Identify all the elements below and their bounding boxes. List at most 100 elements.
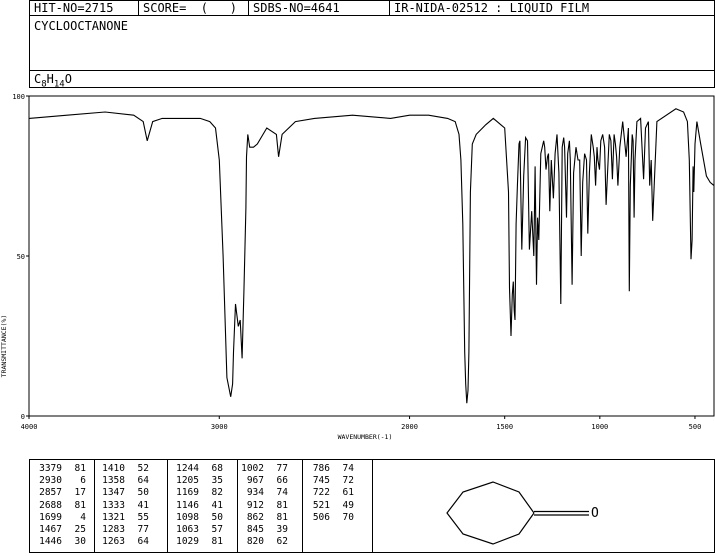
peak-row: 506 70 xyxy=(298,512,354,524)
peak-row: 1467 25 xyxy=(30,524,86,536)
peak-wavenumber: 2930 xyxy=(39,475,62,487)
peak-wavenumber: 1410 xyxy=(102,463,125,474)
peak-wavenumber: 1205 xyxy=(176,475,199,487)
peak-wavenumber: 1146 xyxy=(176,499,199,511)
peak-row: 1098 50 xyxy=(167,512,223,524)
peak-row: 1321 55 xyxy=(93,512,149,524)
spectrum-line xyxy=(28,108,715,404)
peak-transmittance: 6 xyxy=(80,475,86,487)
peak-transmittance: 57 xyxy=(211,524,223,536)
peak-wavenumber: 1467 xyxy=(39,524,62,536)
peak-row: 820 62 xyxy=(232,536,288,548)
structure-drawing: O xyxy=(372,459,715,553)
peak-transmittance: 81 xyxy=(276,499,288,511)
peak-wavenumber: 820 xyxy=(246,536,264,548)
peak-row: 1244 68 xyxy=(167,463,223,475)
score: SCORE= ( ) xyxy=(138,0,249,16)
peak-row: 745 72 xyxy=(298,475,354,487)
peak-row: 1263 64 xyxy=(93,536,149,548)
peak-row: 1063 57 xyxy=(167,524,223,536)
peak-row: 2857 17 xyxy=(30,487,86,499)
peak-row: 845 39 xyxy=(232,524,288,536)
peak-wavenumber: 521 xyxy=(312,499,330,511)
peak-row: 1699 4 xyxy=(30,512,86,524)
formula-o: O xyxy=(64,72,72,86)
x-tick-label: 1500 xyxy=(496,423,513,431)
peak-transmittance: 17 xyxy=(74,487,86,499)
peak-wavenumber: 1347 xyxy=(102,487,125,499)
peak-wavenumber: 3379 xyxy=(39,463,62,474)
peak-row: 3379 81 xyxy=(30,463,86,475)
peak-wavenumber: 1263 xyxy=(102,536,125,548)
oxygen-atom: O xyxy=(591,506,599,521)
peak-wavenumber: 2857 xyxy=(39,487,62,499)
peak-wavenumber: 1333 xyxy=(102,499,125,511)
peak-wavenumber: 1169 xyxy=(176,487,199,499)
peak-wavenumber: 1283 xyxy=(102,524,125,536)
peak-row: 1205 35 xyxy=(167,475,223,487)
peak-transmittance: 72 xyxy=(342,475,354,487)
peak-row: 1333 41 xyxy=(93,500,149,512)
peak-transmittance: 81 xyxy=(211,536,223,548)
peak-row: 786 74 xyxy=(298,463,354,475)
x-tick-label: 500 xyxy=(689,423,702,431)
peak-row: 912 81 xyxy=(232,500,288,512)
peak-transmittance: 74 xyxy=(276,487,288,499)
peak-transmittance: 41 xyxy=(137,499,149,511)
x-tick-label: 2000 xyxy=(401,423,418,431)
peak-transmittance: 35 xyxy=(211,475,223,487)
peak-column: 1410 52 1358 64 1347 50 1333 41 1321 55 1283 77 1263… xyxy=(93,463,149,548)
peak-wavenumber: 1029 xyxy=(176,536,199,548)
peak-column: 786 74 745 72 722 61 521 49 506 70 xyxy=(298,463,354,524)
peak-transmittance: 62 xyxy=(276,536,288,548)
peak-row: 862 81 xyxy=(232,512,288,524)
peak-transmittance: 30 xyxy=(74,536,86,548)
peak-wavenumber: 2688 xyxy=(39,499,62,511)
molecular-formula: C8H14O xyxy=(29,70,715,90)
peak-wavenumber: 1063 xyxy=(176,524,199,536)
peak-wavenumber: 1699 xyxy=(39,511,62,523)
peak-row: 521 49 xyxy=(298,500,354,512)
peak-transmittance: 25 xyxy=(74,524,86,536)
peak-row: 1347 50 xyxy=(93,487,149,499)
peak-row: 934 74 xyxy=(232,487,288,499)
peak-wavenumber: 1098 xyxy=(176,511,199,523)
peak-wavenumber: 845 xyxy=(246,524,264,536)
x-tick-label: 3000 xyxy=(211,423,228,431)
peak-transmittance: 70 xyxy=(342,511,354,523)
compound-name-box: CYCLOOCTANONE xyxy=(29,15,715,71)
ring-bonds xyxy=(446,481,535,545)
peak-wavenumber: 1446 xyxy=(39,536,62,548)
peak-transmittance: 49 xyxy=(342,499,354,511)
y-tick-label: 100 xyxy=(12,93,25,101)
sdbs-number: SDBS-NO=4641 xyxy=(248,0,390,16)
peak-column: 1002 77 967 66 934 74 912 81 862 81 845 39 820 62 xyxy=(232,463,288,548)
peak-transmittance: 55 xyxy=(137,511,149,523)
peak-transmittance: 50 xyxy=(137,487,149,499)
y-axis-label: TRANSMITTANCE(%) xyxy=(0,315,8,378)
peak-transmittance: 77 xyxy=(276,463,288,474)
peak-wavenumber: 934 xyxy=(246,487,264,499)
peak-transmittance: 41 xyxy=(211,499,223,511)
peak-transmittance: 50 xyxy=(211,511,223,523)
peak-transmittance: 64 xyxy=(137,536,149,548)
peak-row: 1358 64 xyxy=(93,475,149,487)
peak-wavenumber: 912 xyxy=(246,499,264,511)
cyclooctanone-structure: O xyxy=(446,481,599,545)
peak-transmittance: 82 xyxy=(211,487,223,499)
peak-row: 967 66 xyxy=(232,475,288,487)
peak-transmittance: 61 xyxy=(342,487,354,499)
peak-row: 1410 52 xyxy=(93,463,149,475)
formula-h-count: 14 xyxy=(53,79,65,90)
peak-table: 3379 81 2930 6 2857 17 2688 81 1699 4 1467 25 1446 30… xyxy=(29,459,373,553)
peak-wavenumber: 506 xyxy=(312,511,330,523)
x-tick-label: 4000 xyxy=(21,423,38,431)
peak-transmittance: 52 xyxy=(137,463,149,474)
peak-row: 1029 81 xyxy=(167,536,223,548)
peak-row: 722 61 xyxy=(298,487,354,499)
peak-wavenumber: 1244 xyxy=(176,463,199,474)
peak-transmittance: 64 xyxy=(137,475,149,487)
peak-transmittance: 39 xyxy=(276,524,288,536)
peak-wavenumber: 862 xyxy=(246,511,264,523)
peak-transmittance: 77 xyxy=(137,524,149,536)
